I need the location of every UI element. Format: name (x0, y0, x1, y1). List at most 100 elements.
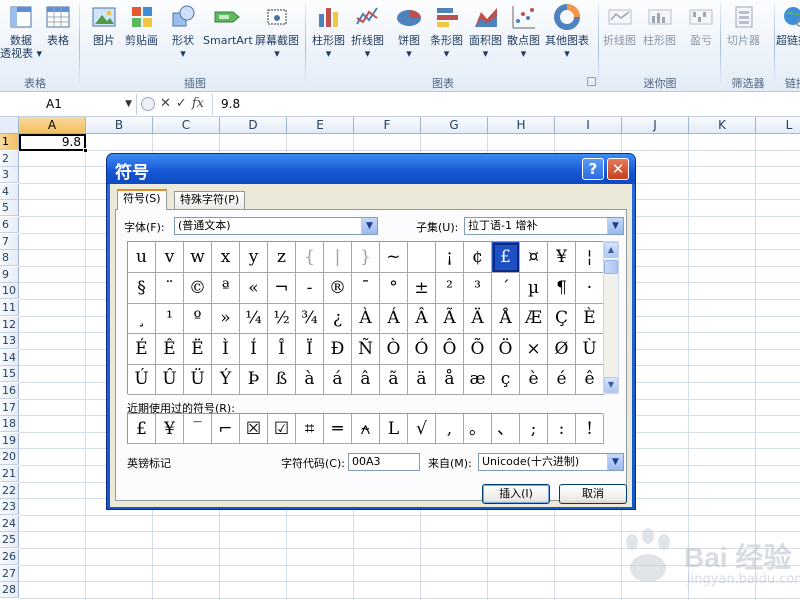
symbol-cell[interactable]: Ä (464, 303, 492, 334)
pivot-table-button[interactable]: 数据 透视表 ▾ (0, 2, 42, 60)
charts-dialog-launcher[interactable] (587, 77, 596, 86)
column-header-k[interactable]: K (689, 117, 756, 134)
row-header-4[interactable]: 4 (0, 183, 19, 200)
subset-select[interactable]: 拉丁语-1 增补 ▼ (464, 217, 624, 235)
recent-symbol-cell[interactable]: 、 (492, 414, 520, 444)
recent-symbol-cell[interactable]: ═ (324, 414, 352, 444)
symbol-cell[interactable]: Ç (548, 303, 576, 334)
column-header-c[interactable]: C (153, 117, 220, 134)
row-header-18[interactable]: 18 (0, 416, 19, 433)
recent-symbol-cell[interactable]: £ (128, 414, 156, 444)
column-header-a[interactable]: A (19, 117, 86, 134)
symbol-cell[interactable]: ¡ (436, 242, 464, 273)
symbol-cell[interactable]: Á (380, 303, 408, 334)
symbol-cell[interactable]: Ê (156, 334, 184, 365)
symbol-cell[interactable]: ä (408, 364, 436, 395)
symbol-cell[interactable]: ¼ (240, 303, 268, 334)
row-header-19[interactable]: 19 (0, 432, 19, 449)
recent-symbol-cell[interactable]: ⌐ (212, 414, 240, 444)
symbol-cell[interactable]: Â (408, 303, 436, 334)
symbol-cell[interactable]: v (156, 242, 184, 273)
symbol-cell[interactable]: { (296, 242, 324, 273)
recent-symbol-cell[interactable]: √ (408, 414, 436, 444)
row-header-17[interactable]: 17 (0, 399, 19, 416)
row-header-21[interactable]: 21 (0, 466, 19, 482)
symbol-cell[interactable]: æ (464, 364, 492, 395)
symbol-cell[interactable]: Û (156, 364, 184, 395)
symbol-cell[interactable]: ® (324, 273, 352, 304)
scroll-down-icon[interactable]: ▼ (604, 377, 618, 393)
close-button[interactable]: ✕ (607, 158, 629, 180)
row-header-23[interactable]: 23 (0, 499, 19, 516)
symbol-cell[interactable]: É (128, 334, 156, 365)
name-box-dropdown-icon[interactable]: ▼ (125, 94, 132, 115)
row-header-12[interactable]: 12 (0, 316, 19, 333)
symbol-cell[interactable]: ¹ (156, 303, 184, 334)
cancel-button[interactable]: 取消 (559, 484, 627, 504)
recent-symbol-cell[interactable]: ⌗ (296, 414, 324, 444)
row-header-7[interactable]: 7 (0, 233, 19, 250)
picture-button[interactable]: 图片 (89, 2, 119, 47)
recent-symbol-cell[interactable]: ☑ (268, 414, 296, 444)
tab-symbols[interactable]: 符号(S) (117, 189, 167, 210)
symbol-cell[interactable]: × (520, 334, 548, 365)
row-header-22[interactable]: 22 (0, 482, 19, 499)
symbol-cell[interactable]: w (184, 242, 212, 273)
formula-input[interactable]: 9.8 (212, 94, 800, 115)
symbol-cell[interactable]: ¯ (352, 273, 380, 304)
expand-handle-icon[interactable] (141, 96, 155, 111)
select-all-corner[interactable] (0, 117, 19, 134)
symbol-cell[interactable]: } (352, 242, 380, 273)
from-dropdown-icon[interactable]: ▼ (607, 454, 623, 470)
symbol-cell[interactable]: Å (492, 303, 520, 334)
screenshot-button[interactable]: 屏幕截图 ▾ (255, 2, 299, 60)
symbol-cell[interactable]: z (268, 242, 296, 273)
column-header-b[interactable]: B (86, 117, 153, 134)
shapes-button[interactable]: 形状 ▾ (168, 2, 198, 60)
symbol-cell[interactable]: ~ (380, 242, 408, 273)
symbol-cell[interactable]: Í (240, 334, 268, 365)
symbol-cell[interactable]: Õ (464, 334, 492, 365)
symbol-cell[interactable]: Ú (128, 364, 156, 395)
symbol-cell[interactable]: Ð (324, 334, 352, 365)
cell-a1[interactable]: 9.8 (19, 134, 88, 153)
symbol-cell[interactable]: À (352, 303, 380, 334)
symbol-cell[interactable]: Ô (436, 334, 464, 365)
symbol-cell[interactable]: - (296, 273, 324, 304)
symbol-cell[interactable]: ¶ (548, 273, 576, 304)
symbol-cell[interactable]: § (128, 273, 156, 304)
char-code-input[interactable]: 00A3 (348, 453, 420, 471)
column-header-g[interactable]: G (421, 117, 488, 134)
area-chart-button[interactable]: 面积图 ▾ (469, 2, 502, 60)
symbol-cell[interactable]: Ù (576, 334, 604, 365)
row-header-20[interactable]: 20 (0, 449, 19, 466)
scroll-thumb[interactable] (604, 260, 618, 274)
other-charts-button[interactable]: 其他图表 ▾ (545, 2, 589, 60)
symbol-cell[interactable]: ª (212, 273, 240, 304)
row-header-13[interactable]: 13 (0, 333, 19, 350)
symbol-cell[interactable]: Ë (184, 334, 212, 365)
row-header-24[interactable]: 24 (0, 515, 19, 532)
column-header-h[interactable]: H (488, 117, 555, 134)
symbol-grid[interactable]: u v w x y z{|} ~ ¡ ¢ £ ¤ ¥ ¦ § ¨ © ª «¬ - ® ¯ ° ± ² ³ ´ µ ¶ · ¸ ¹ º» ¼ ½ ¾… (127, 241, 604, 395)
sparkline-winloss-button[interactable]: 盈亏 (686, 2, 716, 47)
row-header-14[interactable]: 14 (0, 349, 19, 366)
symbol-cell[interactable] (408, 242, 436, 273)
symbol-cell[interactable]: ´ (492, 273, 520, 304)
fill-handle[interactable] (83, 148, 88, 153)
help-button[interactable]: ? (582, 158, 604, 180)
symbol-cell[interactable]: Ñ (352, 334, 380, 365)
row-header-6[interactable]: 6 (0, 217, 19, 233)
row-header-5[interactable]: 5 (0, 200, 19, 217)
symbol-cell[interactable]: à (296, 364, 324, 395)
recent-symbol-cell[interactable]: ⍲ (352, 414, 380, 444)
row-header-10[interactable]: 10 (0, 283, 19, 300)
row-header-25[interactable]: 25 (0, 532, 19, 549)
symbol-cell[interactable]: x (212, 242, 240, 273)
column-header-f[interactable]: F (354, 117, 421, 134)
symbol-cell[interactable]: Ó (408, 334, 436, 365)
column-chart-button[interactable]: 柱形图 ▾ (312, 2, 345, 60)
symbol-cell[interactable]: Ï (296, 334, 324, 365)
smartart-button[interactable]: SmartArt (203, 2, 253, 47)
symbol-cell[interactable]: Ã (436, 303, 464, 334)
